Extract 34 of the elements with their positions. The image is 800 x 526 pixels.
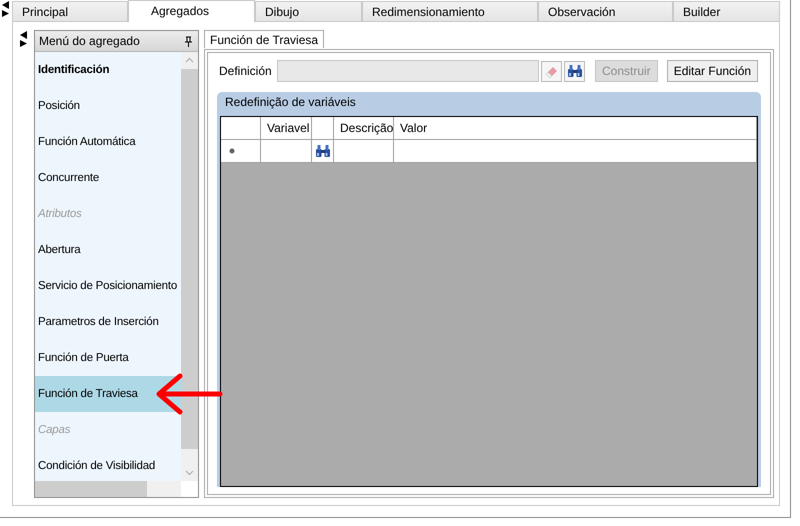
column-header[interactable]: Valor [394,117,757,139]
action-button[interactable]: Editar Función [666,60,758,82]
column-header[interactable]: Descrição [334,117,394,139]
new-row-icon [229,148,235,154]
vertical-scrollbar[interactable] [181,52,198,481]
panel-tab[interactable]: Función de Traviesa [204,30,324,49]
menu-title: Menú do agregado [39,34,140,48]
tab[interactable]: Builder [673,1,780,22]
tab[interactable]: Agregados [128,0,255,22]
menu-item[interactable]: Función Automática [35,124,181,160]
menu-item[interactable]: Función de Traviesa [35,376,181,412]
search-button[interactable] [564,60,585,82]
menu-item[interactable]: Parametros de Inserción [35,304,181,340]
menu-item[interactable]: Función de Puerta [35,340,181,376]
menu-item[interactable]: Identificación [35,52,181,88]
tab[interactable]: Observación [538,1,673,22]
tab[interactable]: Redimensionamiento [362,1,538,22]
tab[interactable]: Principal [12,1,128,22]
menu-item[interactable]: Posición [35,88,181,124]
menu-item[interactable]: Condición de Visibilidad [35,448,181,481]
binoculars-icon [566,64,582,78]
menu-item[interactable]: Abertura [35,232,181,268]
field-label: Definición [218,64,273,78]
binoculars-icon [314,144,330,158]
tab[interactable]: Dibujo [255,1,362,22]
menu-item[interactable]: Servicio de Posicionamiento [35,268,181,304]
menu-item[interactable]: Concurrente [35,160,181,196]
scroll-arrows-icon[interactable] [0,0,10,18]
horizontal-scrollbar[interactable] [35,481,181,497]
collapse-arrows-icon[interactable] [18,30,28,48]
group-header: Redefinição de variáveis [217,92,761,112]
column-header[interactable]: Variavel [261,117,312,139]
definition-field[interactable] [277,60,539,82]
pin-icon[interactable] [185,36,192,46]
